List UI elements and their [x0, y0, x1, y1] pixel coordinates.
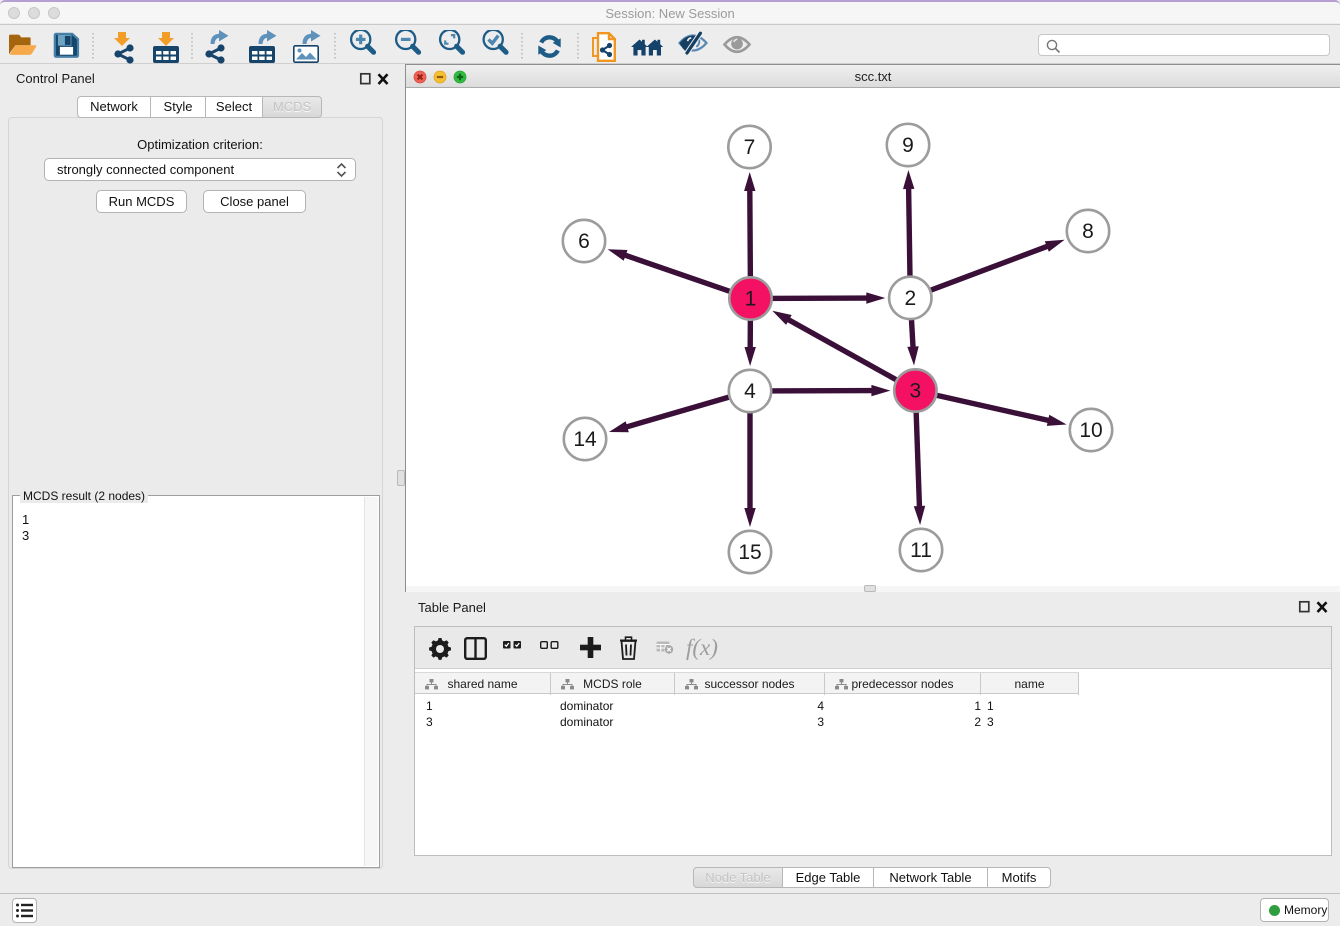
svg-text:8: 8 — [1082, 220, 1094, 243]
svg-text:2: 2 — [904, 287, 916, 310]
svg-text:7: 7 — [744, 136, 756, 159]
svg-text:10: 10 — [1079, 419, 1102, 442]
svg-text:f(x): f(x) — [686, 635, 718, 660]
svg-text:9: 9 — [902, 134, 914, 157]
svg-text:4: 4 — [744, 380, 756, 403]
svg-text:15: 15 — [738, 541, 761, 564]
svg-text:3: 3 — [910, 380, 922, 403]
svg-text:1: 1 — [745, 288, 757, 311]
svg-text:11: 11 — [910, 539, 932, 562]
svg-text:6: 6 — [578, 230, 590, 253]
svg-text:14: 14 — [573, 428, 597, 451]
